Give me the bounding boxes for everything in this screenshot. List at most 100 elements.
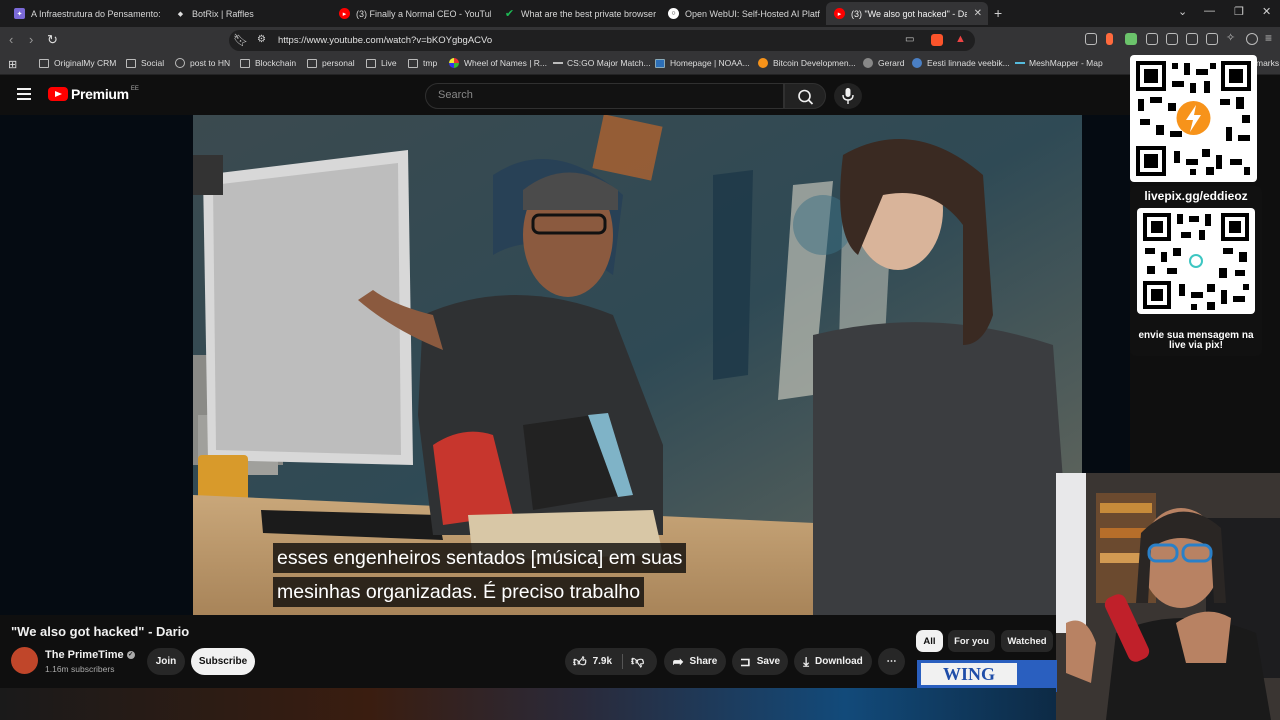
brave-rewards-icon[interactable]: ▲ <box>955 33 966 45</box>
chip-watched[interactable]: Watched <box>1001 630 1053 652</box>
bookmark-gerard[interactable]: Gerard <box>863 58 904 68</box>
url-text[interactable]: https://www.youtube.com/watch?v=bKOYgbgA… <box>278 35 492 46</box>
livepix-handle: livepix.gg/eddieoz <box>1144 189 1248 203</box>
youtube-premium-logo[interactable]: Premium EE <box>48 86 139 102</box>
wallet-icon[interactable] <box>1206 33 1218 45</box>
new-tab-button[interactable]: + <box>994 5 1002 21</box>
like-divider <box>622 654 623 669</box>
video-scene-image <box>193 115 1082 615</box>
bookmark-label: tmp <box>423 58 438 68</box>
tab-a-infraestrutura[interactable]: ✦ A Infraestrutura do Pensamento: Com <box>6 2 163 25</box>
extension-icon[interactable] <box>1106 33 1113 45</box>
folder-icon <box>307 58 317 68</box>
video-player[interactable]: esses engenheiros sentados [música] em s… <box>0 115 1130 615</box>
channel-avatar[interactable] <box>11 647 38 674</box>
tab-private-browsers[interactable]: ✔ What are the best private browsers in <box>496 2 656 25</box>
download-button[interactable]: ⤓ Download <box>794 648 872 675</box>
bookmark-label: personal <box>322 58 355 68</box>
bookmark-label: MeshMapper - Map <box>1029 58 1103 68</box>
folder-icon <box>39 58 49 68</box>
bookmark-originalmy-crm[interactable]: OriginalMy CRM <box>39 58 116 68</box>
join-button[interactable]: Join <box>147 648 185 675</box>
tab-close-icon[interactable]: ✕ <box>974 8 982 19</box>
bookmark-social[interactable]: Social <box>126 58 164 68</box>
tab-finally-a-normal-ceo[interactable]: ▸ (3) Finally a Normal CEO - YouTube <box>331 2 491 25</box>
youtube-header: Premium EE <box>0 75 1280 115</box>
tab-search-chevron-icon[interactable]: ⌄ <box>1178 5 1187 18</box>
region-code: EE <box>130 86 139 92</box>
search-input[interactable] <box>438 89 768 101</box>
bookmark-all-bookmarks[interactable]: marks <box>1256 58 1279 68</box>
site-info-icon[interactable]: ⚙︎ <box>257 34 266 45</box>
bookmark-icon[interactable]: 🔖︎ <box>233 33 248 47</box>
brave-shield-icon[interactable] <box>931 34 943 46</box>
save-button[interactable]: ⊐ Save <box>732 648 788 675</box>
bookmark-post-to-hn[interactable]: post to HN <box>175 58 230 68</box>
bookmark-eesti-linnade[interactable]: Eesti linnade veebik... <box>912 58 1010 68</box>
maximize-button[interactable]: ❐ <box>1234 5 1244 18</box>
description-preview-strip <box>0 688 1056 720</box>
extension-icon[interactable] <box>1085 33 1097 45</box>
tab-title: (3) "We also got hacked" - Dario <box>851 8 967 19</box>
bookmark-meshmapper[interactable]: MeshMapper - Map <box>1015 58 1103 68</box>
save-icon: ⊐ <box>739 653 751 669</box>
chip-all[interactable]: All <box>916 630 943 652</box>
search-icon <box>798 89 814 105</box>
chip-label: For you <box>954 635 989 647</box>
qr-code-livepix <box>1137 208 1255 314</box>
cast-icon[interactable]: ▭ <box>905 34 914 45</box>
back-icon[interactable]: ‹ <box>9 32 13 47</box>
download-icon: ⤓ <box>803 653 809 669</box>
thumbs-up-icon[interactable]: 👍︎ <box>573 654 587 670</box>
puzzle-icon[interactable] <box>1146 33 1158 45</box>
youtube-play-icon <box>48 87 68 101</box>
tab-botrix[interactable]: ◆ BotRix | Raffles <box>167 2 327 25</box>
menu-icon[interactable]: ≡ <box>1265 31 1277 45</box>
search-button[interactable] <box>784 83 826 109</box>
extension-icon[interactable] <box>1166 33 1178 45</box>
tab-we-also-got-hacked[interactable]: ▸ (3) "We also got hacked" - Dario ✕ <box>826 2 988 25</box>
channel-name[interactable]: The PrimeTime ✓ <box>45 649 135 661</box>
subscribe-button[interactable]: Subscribe <box>191 648 255 675</box>
forward-icon[interactable]: › <box>29 32 33 47</box>
tab-open-webui[interactable]: ○ Open WebUI: Self-Hosted AI Platform <box>660 2 820 25</box>
bookmark-live[interactable]: Live <box>366 58 397 68</box>
share-icon: ➦ <box>672 653 684 669</box>
thumbs-down-icon[interactable]: 👎︎ <box>631 653 644 669</box>
chip-for-you[interactable]: For you <box>948 630 995 652</box>
bookmark-noaa[interactable]: Homepage | NOAA... <box>655 58 750 68</box>
minimize-button[interactable]: — <box>1204 5 1215 17</box>
sparkle-icon[interactable]: ✧ <box>1226 31 1238 44</box>
close-window-button[interactable]: ✕ <box>1262 5 1271 18</box>
noaa-icon <box>655 58 665 68</box>
apps-grid-icon[interactable]: ⊞ <box>8 58 17 71</box>
checkmark-icon: ✔ <box>504 8 515 20</box>
livepix-message-line-2: live via pix! <box>1169 340 1223 351</box>
reload-icon[interactable]: ↻ <box>47 32 58 48</box>
subscribe-label: Subscribe <box>198 656 248 667</box>
vpn-icon[interactable] <box>1246 33 1258 45</box>
bookmark-tmp[interactable]: tmp <box>408 58 437 68</box>
sidebar-icon[interactable] <box>1186 33 1198 45</box>
video-title: "We also got hacked" - Dario <box>11 624 190 639</box>
hamburger-menu-icon[interactable] <box>17 88 31 103</box>
join-label: Join <box>155 656 177 667</box>
share-button[interactable]: ➦ Share <box>664 648 726 675</box>
browser-toolbar: ‹ › ↻ 🔖︎ ⚙︎ https://www.youtube.com/watc… <box>0 27 1280 53</box>
video-frame[interactable] <box>193 115 1082 615</box>
like-count[interactable]: 7.9k <box>593 656 612 667</box>
bookmark-label: Wheel of Names | R... <box>464 58 547 68</box>
bookmark-label: Social <box>141 58 165 68</box>
bookmark-personal[interactable]: personal <box>307 58 355 68</box>
folder-icon <box>126 58 136 68</box>
bookmark-wheel-of-names[interactable]: Wheel of Names | R... <box>449 58 547 68</box>
address-bar[interactable]: 🔖︎ ⚙︎ https://www.youtube.com/watch?v=bK… <box>229 30 975 51</box>
bookmark-csgo-major[interactable]: CS:GO Major Match... <box>553 58 651 68</box>
search-box[interactable] <box>425 83 784 109</box>
more-actions-button[interactable]: ⋯ <box>878 648 905 675</box>
tab-title: Open WebUI: Self-Hosted AI Platform <box>685 8 820 19</box>
bookmark-bitcoin-development[interactable]: Bitcoin Developmen... <box>758 58 856 68</box>
voice-search-button[interactable] <box>834 83 862 109</box>
extension-icon[interactable] <box>1125 33 1137 45</box>
bookmark-blockchain[interactable]: Blockchain <box>240 58 296 68</box>
